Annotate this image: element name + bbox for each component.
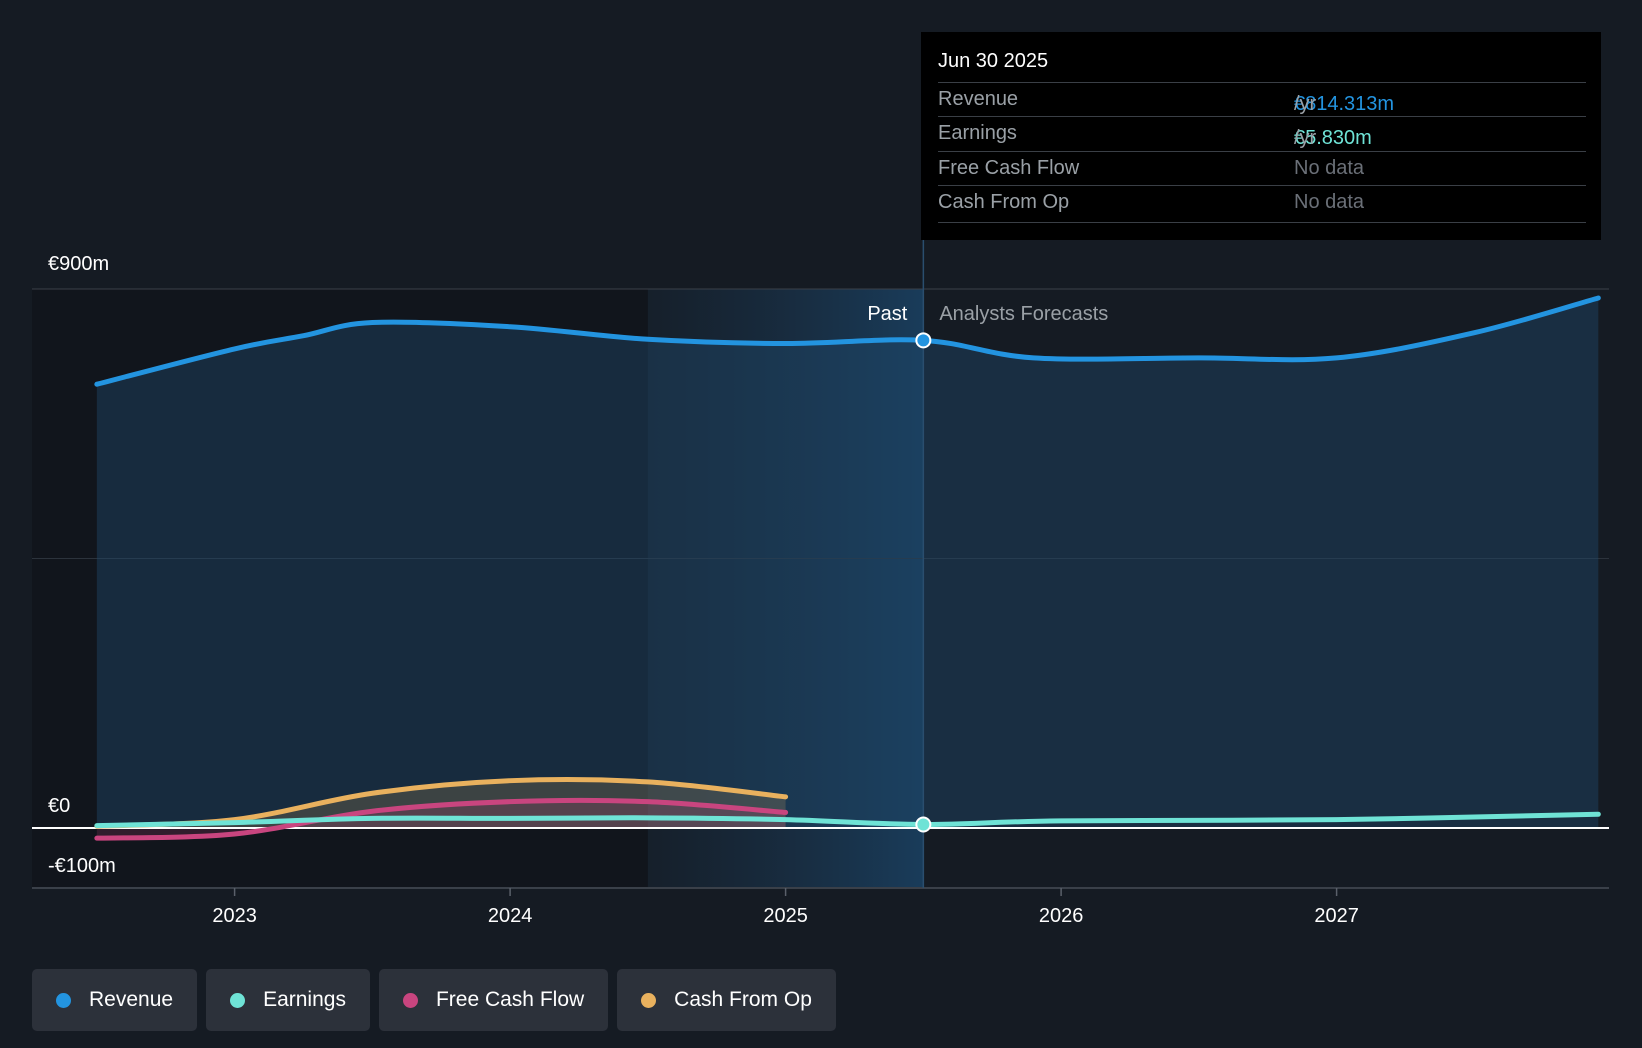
legend: Revenue Earnings Free Cash Flow Cash Fro…	[32, 969, 836, 1031]
tooltip-label: Cash From Op	[938, 191, 1070, 213]
legend-revenue[interactable]: Revenue	[32, 969, 198, 1031]
tooltip-row-cfo: Cash From Op No data	[938, 185, 1586, 220]
tooltip-label: Free Cash Flow	[938, 157, 1080, 179]
revenue-marker	[915, 332, 932, 349]
x-tick-label: 2027	[1314, 905, 1359, 927]
earnings-dot-icon	[230, 992, 246, 1008]
tooltip-label: Earnings	[938, 122, 1017, 144]
legend-cash-from-op[interactable]: Cash From Op	[617, 969, 836, 1031]
legend-label: Free Cash Flow	[435, 988, 585, 1011]
x-tick-label: 2023	[212, 905, 257, 927]
past-label: Past	[867, 303, 907, 325]
y-tick-label: -€100m	[48, 855, 116, 877]
tooltip-row-fcf: Free Cash Flow No data	[938, 151, 1586, 186]
forecast-label: Analysts Forecasts	[939, 303, 1108, 325]
revenue-dot-icon	[56, 992, 71, 1008]
legend-label: Earnings	[263, 988, 346, 1011]
tooltip-row-revenue: Revenue €814.313m /yr	[938, 82, 1586, 117]
y-tick-label: €0	[48, 795, 70, 817]
legend-earnings[interactable]: Earnings	[206, 969, 370, 1031]
tooltip-date: Jun 30 2025	[938, 50, 1049, 72]
x-tick-label: 2026	[1039, 905, 1084, 927]
tooltip-row-earnings: Earnings €5.830m /yr	[938, 116, 1586, 151]
tooltip-unit: /yr	[1294, 127, 1317, 149]
legend-label: Revenue	[89, 988, 174, 1011]
y-tick-label: €900m	[48, 253, 109, 275]
revenue-area	[96, 297, 1599, 828]
tooltip-unit: /yr	[1294, 93, 1317, 115]
tooltip-value: No data	[1294, 157, 1365, 179]
tooltip: Jun 30 2025 Revenue €814.313m /yr Earnin…	[921, 32, 1601, 240]
legend-label: Cash From Op	[674, 988, 812, 1011]
x-tick-label: 2024	[488, 905, 533, 927]
x-tick-label: 2025	[763, 905, 808, 927]
legend-free-cash-flow[interactable]: Free Cash Flow	[378, 969, 609, 1031]
tooltip-divider	[938, 222, 1586, 223]
earnings-marker	[915, 816, 932, 833]
tooltip-label: Revenue	[938, 88, 1019, 110]
cfo-dot-icon	[641, 992, 657, 1008]
fcf-dot-icon	[402, 992, 418, 1008]
tooltip-value: No data	[1294, 191, 1365, 213]
